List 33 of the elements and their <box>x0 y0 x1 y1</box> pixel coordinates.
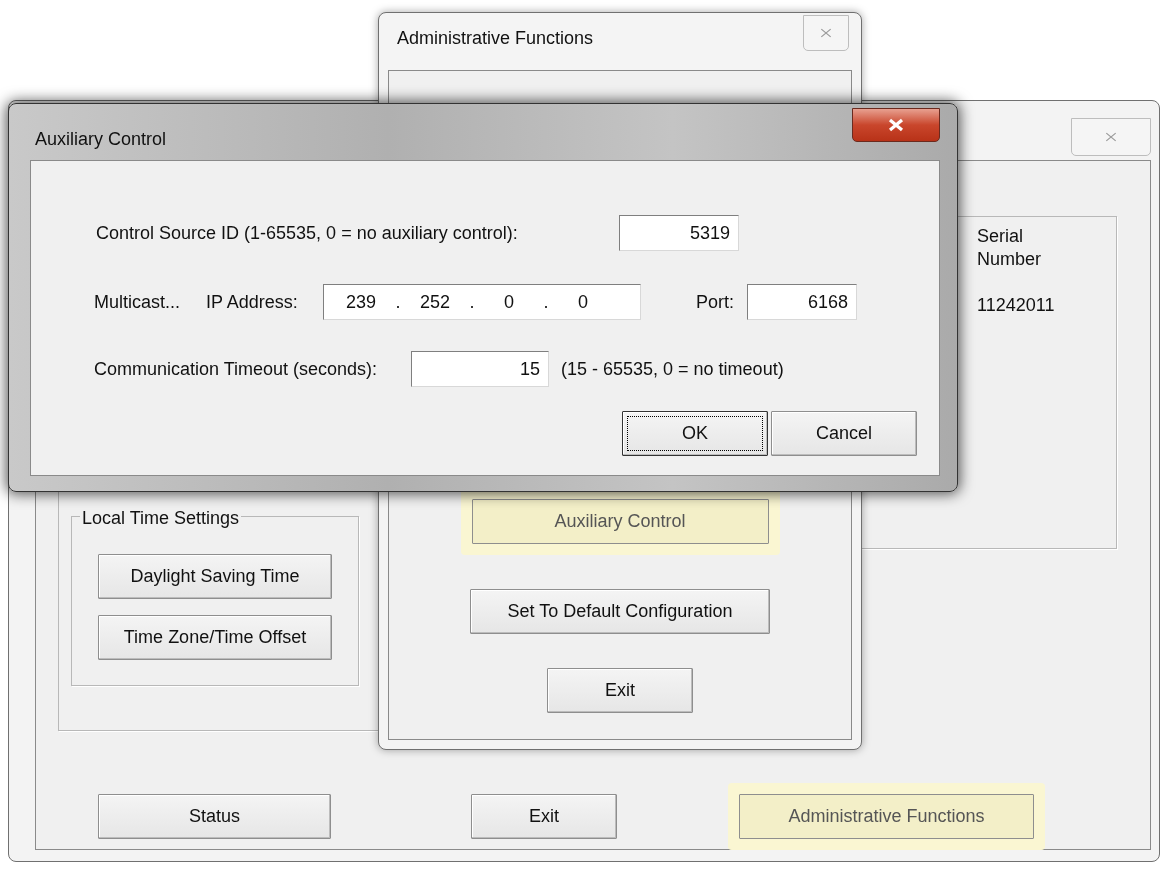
window-title: Administrative Functions <box>397 27 594 50</box>
close-icon <box>1104 130 1118 144</box>
ip-octet: 239 <box>344 290 377 314</box>
input-field[interactable]: 15 <box>411 351 549 387</box>
ip-octet: 252 <box>418 290 451 314</box>
button[interactable]: Status <box>98 794 331 839</box>
close-icon <box>819 26 833 40</box>
button[interactable]: Daylight Saving Time <box>98 554 332 599</box>
ip-address-field[interactable]: 239 . 252 . 0 . 0 <box>323 284 641 320</box>
button[interactable]: Set To Default Configuration <box>470 589 770 634</box>
field-label: Communication Timeout (seconds): <box>94 357 379 381</box>
close-icon <box>887 118 905 132</box>
hint-text: (15 - 65535, 0 = no timeout) <box>561 357 784 381</box>
column-header: Serial Number <box>977 225 1043 272</box>
window-title: Auxiliary Control <box>35 128 167 151</box>
ip-octet: 0 <box>503 290 515 314</box>
field-label: IP Address: <box>206 290 299 314</box>
serial-number: 11242011 <box>977 293 1056 317</box>
input-field[interactable]: 6168 <box>747 284 857 320</box>
button[interactable]: Exit <box>547 668 693 713</box>
field-label: Port: <box>696 290 735 314</box>
button[interactable]: OK <box>622 411 768 456</box>
close-button[interactable] <box>852 108 940 142</box>
input-field[interactable]: 5319 <box>619 215 739 251</box>
button[interactable]: Cancel <box>771 411 917 456</box>
button[interactable]: Time Zone/Time Offset <box>98 615 332 660</box>
field-label: Multicast... <box>94 290 182 314</box>
separator: . <box>468 290 476 314</box>
field-label: Control Source ID (1-65535, 0 = no auxiliary control): <box>96 221 519 245</box>
ip-octet: 0 <box>577 290 589 314</box>
separator: . <box>542 290 550 314</box>
separator: . <box>394 290 402 314</box>
button[interactable]: Exit <box>471 794 617 839</box>
